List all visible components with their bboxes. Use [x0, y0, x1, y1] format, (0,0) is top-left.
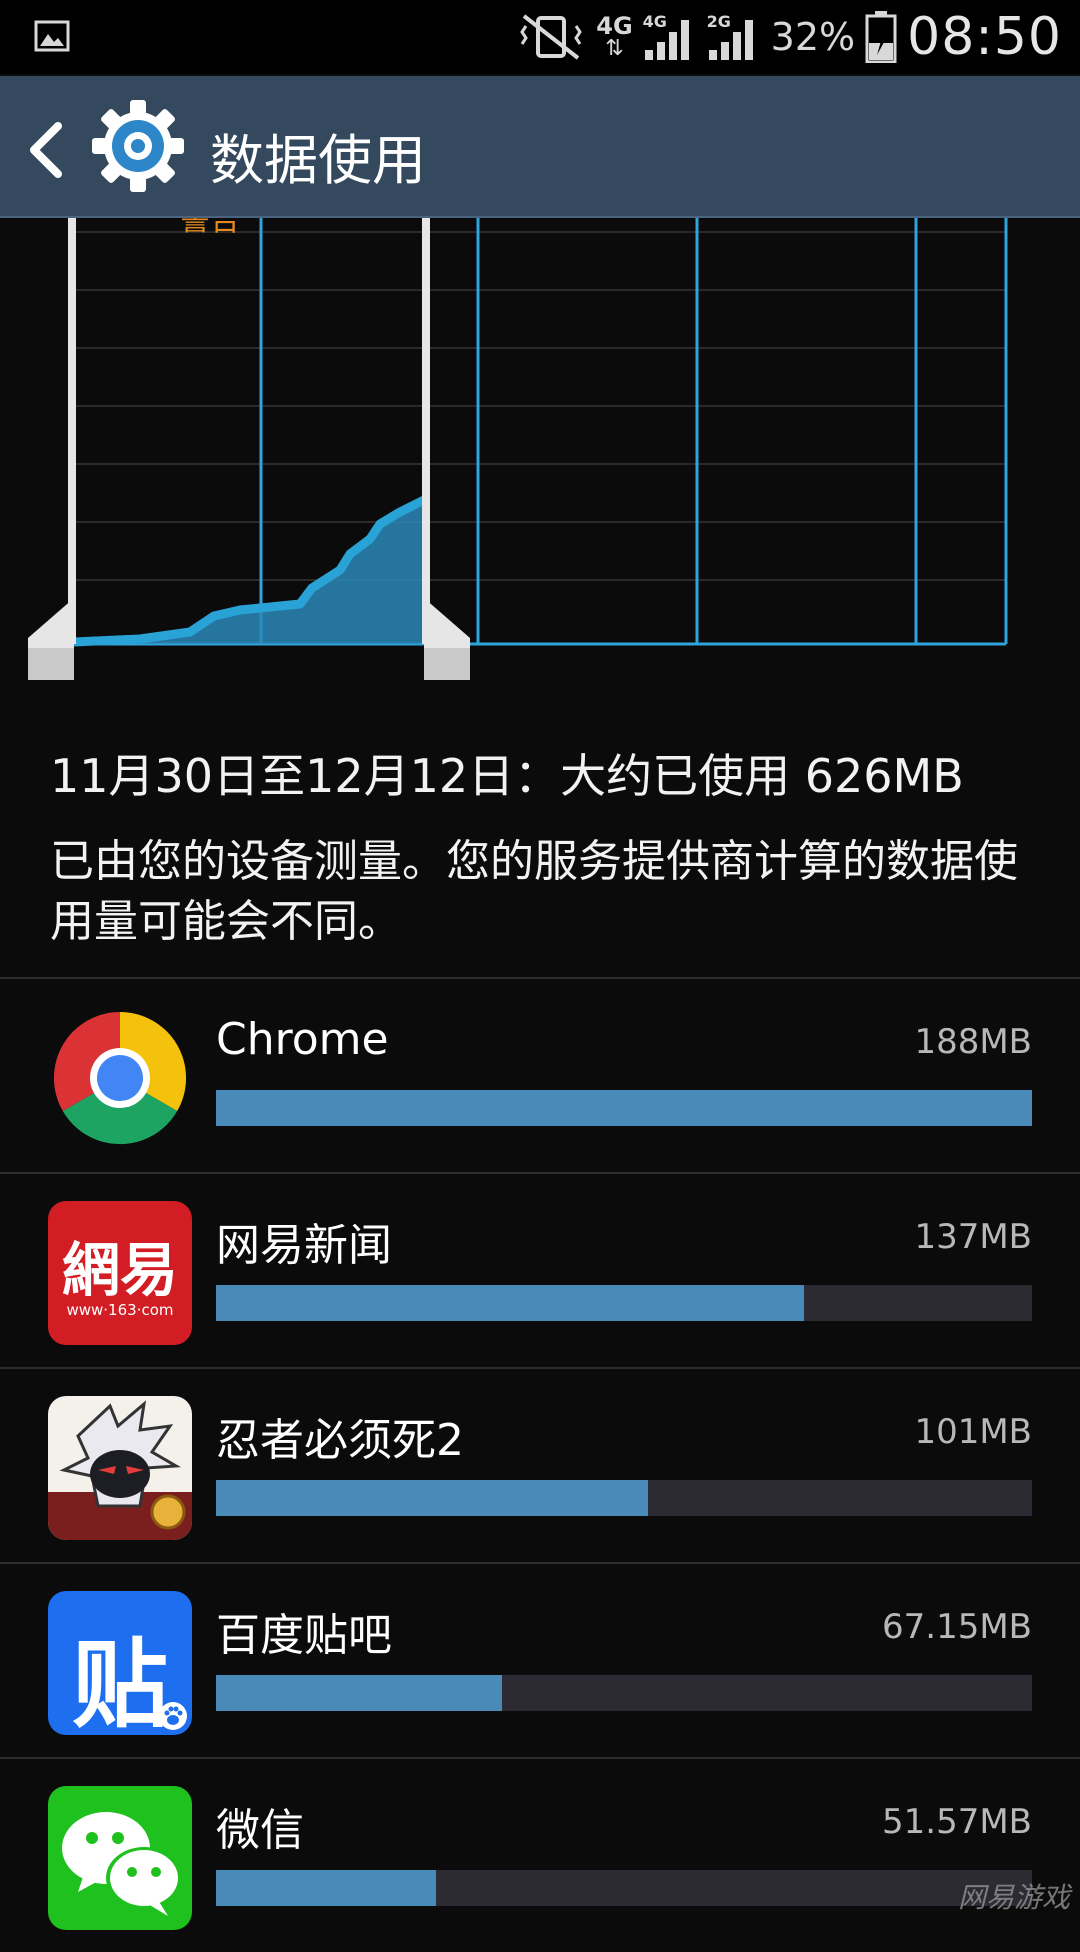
app-name: 网易新闻: [216, 1220, 392, 1271]
usage-bar: [216, 1285, 1032, 1321]
warning-label: 警告: [180, 218, 240, 238]
signal-2: 2G: [707, 12, 761, 62]
signal-strength-icon: [708, 20, 753, 60]
usage-measurement-note: 已由您的设备测量。您的服务提供商计算的数据使用量可能会不同。: [50, 836, 1018, 947]
app-name: 忍者必须死2: [216, 1415, 464, 1466]
clock: 08:50: [907, 7, 1062, 67]
back-icon[interactable]: [24, 120, 68, 180]
watermark: 网易游戏: [957, 1881, 1070, 1914]
start-date-handle[interactable]: [28, 218, 76, 680]
data-usage-chart[interactable]: 警告: [0, 218, 1080, 688]
usage-bar-fill: [216, 1870, 437, 1906]
app-name: 微信: [216, 1805, 304, 1856]
app-row-netease-news[interactable]: 網易 www·163·com 网易新闻 137MB: [0, 1173, 1080, 1367]
vibrate-mute-icon: [520, 14, 583, 60]
app-row-chrome[interactable]: Chrome 188MB: [0, 978, 1080, 1172]
app-data-size: 51.57MB: [882, 1802, 1032, 1842]
usage-bar-fill: [216, 1285, 804, 1321]
app-row-wechat[interactable]: 微信 51.57MB: [0, 1758, 1080, 1952]
app-data-size: 101MB: [914, 1412, 1032, 1452]
signal-strength-icon: [644, 20, 689, 60]
gallery-notification-icon: [34, 20, 70, 52]
ninja-game-icon: [48, 1396, 192, 1540]
app-data-size: 67.15MB: [882, 1607, 1032, 1647]
gear-icon: [92, 100, 184, 192]
usage-bar-fill: [216, 1480, 649, 1516]
netease-news-icon: 網易 www·163·com: [48, 1201, 192, 1345]
usage-bar: [216, 1675, 1032, 1711]
action-bar: 数据使用: [0, 76, 1080, 218]
app-data-size: 188MB: [914, 1022, 1032, 1062]
app-data-size: 137MB: [914, 1217, 1032, 1257]
battery-charging-icon: [865, 11, 897, 63]
app-name: Chrome: [216, 1014, 389, 1065]
baidu-paw-icon: [159, 1702, 187, 1730]
usage-bar: [216, 1870, 1032, 1906]
signal-1: 4G: [643, 12, 697, 62]
data-transfer-icon: ⇅: [605, 36, 624, 61]
app-row-baidu-tieba[interactable]: 贴 百度贴吧 67.15MB: [0, 1563, 1080, 1757]
status-bar: 4G ⇅ 4G 2G 32% 08:50: [0, 0, 1080, 74]
chrome-icon: [53, 1012, 187, 1145]
wechat-icon: [48, 1786, 192, 1930]
usage-range-summary: 11月30日至12月12日：大约已使用 626MB: [50, 749, 964, 803]
app-name: 百度贴吧: [216, 1610, 392, 1661]
battery-percent: 32%: [770, 15, 856, 59]
network-type: 4G ⇅: [596, 12, 633, 61]
end-date-handle[interactable]: [422, 218, 470, 680]
page-title: 数据使用: [210, 129, 426, 192]
baidu-tieba-icon: 贴: [48, 1591, 192, 1735]
usage-bar-fill: [216, 1675, 502, 1711]
usage-bar: [216, 1480, 1032, 1516]
app-row-ninja-game[interactable]: 忍者必须死2 101MB: [0, 1368, 1080, 1562]
usage-area: [74, 498, 428, 644]
usage-bar: [216, 1090, 1032, 1126]
usage-bar-fill: [216, 1090, 1032, 1126]
chart-grid: [74, 231, 1006, 581]
